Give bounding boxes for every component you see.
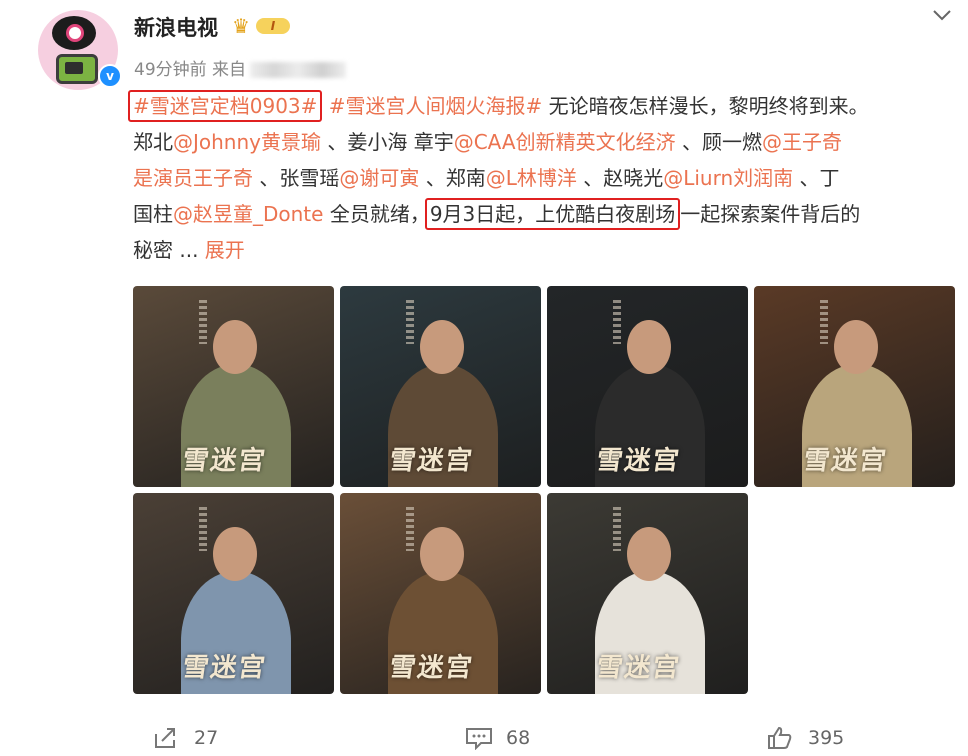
vertical-caption [613,507,621,551]
poster-logo: 雪迷宫 [180,446,269,476]
poster-image[interactable]: 雪迷宫 [754,286,955,487]
share-count: 27 [194,727,219,749]
post-text-span: 无论暗夜怎样漫长，黎明终将到来。 [542,94,869,118]
character-head [213,320,257,374]
image-grid: 雪迷宫 雪迷宫 雪迷宫 雪迷宫 雪迷宫 雪迷宫 雪迷宫 [133,286,958,696]
mention-link[interactable]: @赵昱童_Donte [173,202,323,226]
post-text-span: 秘密 ... [133,238,205,262]
character-head [420,320,464,374]
poster-image[interactable]: 雪迷宫 [547,493,748,694]
post-text-span: 、张雪瑶 [253,166,340,190]
poster-image[interactable]: 雪迷宫 [133,286,334,487]
verified-icon: v [98,64,122,88]
post-text-span: 郑北 [133,130,173,154]
post-line: 是演员王子奇 、张雪瑶@谢可寅 、郑南@L林博洋 、赵晓光@Liurn刘润南 、… [133,160,958,196]
post-line: 国柱@赵昱童_Donte 全员就绪，9月3日起，上优酷白夜剧场 一起探索案件背后的 [133,196,958,232]
post-text-span: 、顾一燃 [675,130,762,154]
hashtag-link[interactable]: #雪迷宫人间烟火海报# [329,94,543,118]
crown-icon: ♛ [232,14,250,38]
source-label: 来自 [212,60,247,80]
post-text-span: 、赵晓光 [576,166,664,190]
mention-link[interactable]: @Liurn刘润南 [663,166,793,190]
poster-logo: 雪迷宫 [801,446,890,476]
character-head [213,527,257,581]
character-head [834,320,878,374]
mention-link[interactable]: @谢可寅 [339,166,419,190]
vertical-caption [406,300,414,344]
post-text-span: 、郑南 [419,166,486,190]
expand-link[interactable]: 展开 [205,238,245,262]
vertical-caption [199,300,207,344]
character-head [420,527,464,581]
post-meta: 49分钟前 来自 [134,55,347,80]
poster-image[interactable]: 雪迷宫 [340,286,541,487]
post-text-span: 国柱 [133,202,173,226]
share-icon [155,728,175,748]
avatar-eye-shape [66,24,84,42]
post-text-span: 、姜小海 章宇 [321,130,454,154]
vertical-caption [820,300,828,344]
mention-link[interactable]: @Johnny黄景瑜 [173,130,321,154]
character-head [627,320,671,374]
vertical-caption [613,300,621,344]
mention-link[interactable]: @L林博洋 [486,166,577,190]
comment-icon [466,728,492,750]
action-bar: 27 68 395 [0,718,968,756]
poster-logo: 雪迷宫 [180,653,269,683]
poster-logo: 雪迷宫 [594,446,683,476]
post-line: #雪迷宫定档0903# #雪迷宫人间烟火海报# 无论暗夜怎样漫长，黎明终将到来。 [128,88,958,124]
poster-logo: 雪迷宫 [594,653,683,683]
highlighted-text: 9月3日起，上优酷白夜剧场 [424,198,681,230]
hashtag-link-highlighted[interactable]: #雪迷宫定档0903# [128,90,323,122]
vertical-caption [199,507,207,551]
post-text-span: 全员就绪， [323,202,430,226]
post-text-span: 一起探索案件背后的 [680,202,861,226]
poster-logo: 雪迷宫 [387,653,476,683]
post-text: #雪迷宫定档0903# #雪迷宫人间烟火海报# 无论暗夜怎样漫长，黎明终将到来。… [128,88,958,268]
poster-image[interactable]: 雪迷宫 [340,493,541,694]
mention-link[interactable]: @王子奇 [762,130,842,154]
mention-link[interactable]: @CAA创新精英文化经济 [454,130,676,154]
poster-image[interactable]: 雪迷宫 [547,286,748,487]
member-level: I [256,18,290,34]
username[interactable]: 新浪电视 [134,12,218,42]
member-badge[interactable]: ♛ I [232,15,292,37]
poster-image[interactable]: 雪迷宫 [133,493,334,694]
blurred-source [250,62,347,78]
chevron-down-icon[interactable] [931,6,953,24]
like-count: 395 [808,727,845,749]
post-time[interactable]: 49分钟前 [134,60,207,80]
vertical-caption [406,507,414,551]
character-head [627,527,671,581]
tv-icon [56,54,98,84]
post-line: 郑北@Johnny黄景瑜 、姜小海 章宇@CAA创新精英文化经济 、顾一燃@王子… [133,124,958,160]
poster-logo: 雪迷宫 [387,446,476,476]
thumbs-up-icon [768,726,792,749]
comment-count: 68 [506,727,531,749]
post-line: 秘密 ... 展开 [133,232,958,268]
post-text-span: 、丁 [793,166,840,190]
mention-link[interactable]: 是演员王子奇 [133,166,253,190]
